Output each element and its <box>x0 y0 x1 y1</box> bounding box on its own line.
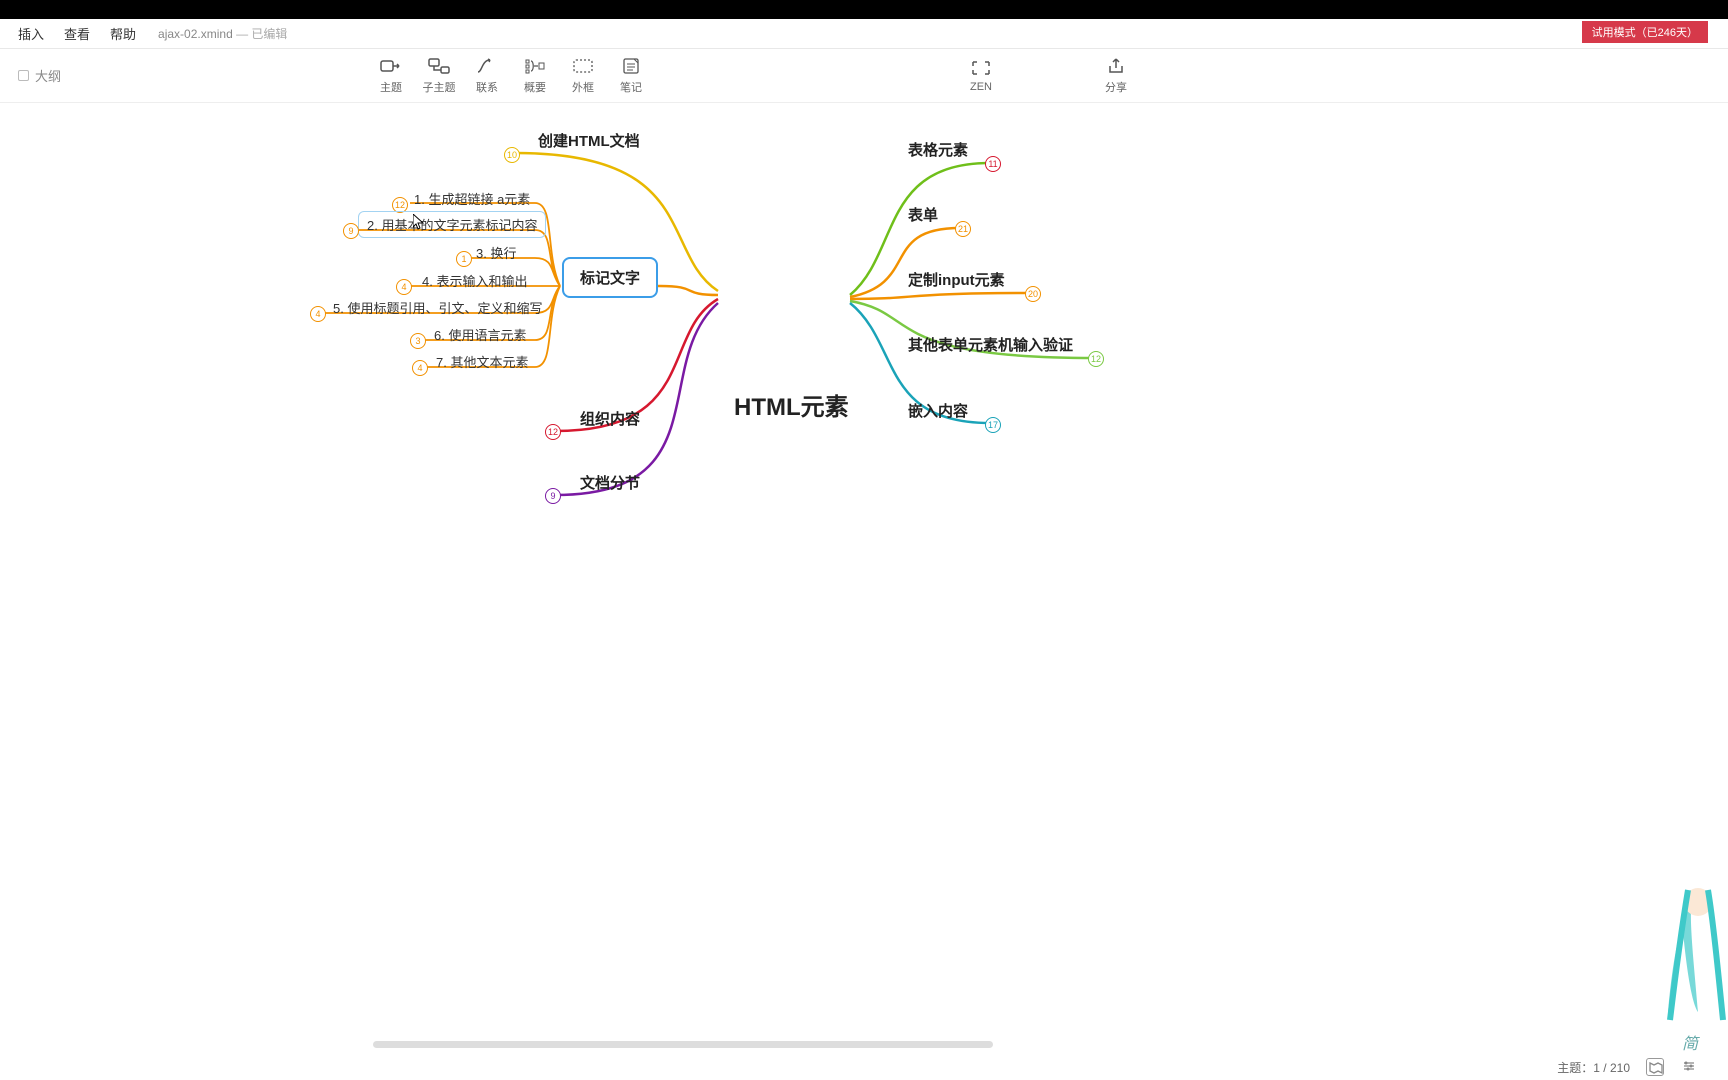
boundary-button[interactable]: 外框 <box>562 57 604 95</box>
topic-button[interactable]: 主题 <box>370 57 412 95</box>
count-badge[interactable]: 1 <box>456 251 472 267</box>
count-badge[interactable]: 4 <box>412 360 428 376</box>
menu-view[interactable]: 查看 <box>54 24 100 43</box>
subtopic[interactable]: 1. 生成超链接 a元素 <box>414 189 530 208</box>
note-icon <box>620 57 642 75</box>
count-badge[interactable]: 12 <box>545 424 561 440</box>
jian-label: 简 <box>1682 1030 1698 1054</box>
topic-organize[interactable]: 组织内容 <box>580 408 640 429</box>
count-badge[interactable]: 3 <box>410 333 426 349</box>
relation-button[interactable]: 联系 <box>466 57 508 95</box>
subtopic[interactable]: 3. 换行 <box>476 243 516 262</box>
count-badge[interactable]: 12 <box>1088 351 1104 367</box>
topic-other-form[interactable]: 其他表单元素机输入验证 <box>908 334 1073 355</box>
subtopic[interactable]: 7. 其他文本元素 <box>436 352 528 371</box>
mindmap-canvas[interactable]: HTML元素 表格元素 11 表单 21 定制input元素 20 其他表单元素… <box>0 103 1728 1050</box>
share-icon <box>1105 57 1127 75</box>
outline-icon <box>18 70 29 81</box>
count-badge[interactable]: 4 <box>310 306 326 322</box>
menu-help[interactable]: 帮助 <box>100 24 146 43</box>
topic-sections[interactable]: 文档分节 <box>580 472 640 493</box>
count-badge[interactable]: 21 <box>955 221 971 237</box>
subtopic[interactable]: 5. 使用标题引用、引文、定义和缩写 <box>333 298 542 317</box>
subtopic[interactable]: 4. 表示输入和输出 <box>422 271 527 290</box>
toolbar: 大纲 主题 子主题 联系 概要 外框 笔记 ZEN <box>0 49 1728 103</box>
count-badge[interactable]: 4 <box>396 279 412 295</box>
topic-table-elements[interactable]: 表格元素 <box>908 139 968 160</box>
count-badge[interactable]: 10 <box>504 147 520 163</box>
outline-toggle[interactable]: 大纲 <box>0 66 61 85</box>
zen-icon <box>970 59 992 77</box>
boundary-icon <box>572 57 594 75</box>
count-badge[interactable]: 20 <box>1025 286 1041 302</box>
statusbar: 主题：1 / 210 <box>0 1054 1728 1080</box>
topic-mark-text[interactable]: 标记文字 <box>562 257 658 298</box>
mindmap-edges <box>0 103 1728 1050</box>
relation-icon <box>476 57 498 75</box>
cursor-icon <box>413 214 426 230</box>
map-view-icon[interactable] <box>1646 1058 1664 1076</box>
topic-embed[interactable]: 嵌入内容 <box>908 400 968 421</box>
mascot-image <box>1658 872 1728 1052</box>
menubar: 插入 查看 帮助 ajax-02.xmind — 已编辑 试用模式（已246天） <box>0 19 1728 49</box>
filename: ajax-02.xmind — 已编辑 <box>158 25 287 42</box>
zen-button[interactable]: ZEN <box>960 59 1002 93</box>
count-badge[interactable]: 17 <box>985 417 1001 433</box>
menu-insert[interactable]: 插入 <box>8 24 54 43</box>
settings-icon[interactable] <box>1680 1057 1698 1078</box>
topic-counter: 主题：1 / 210 <box>1557 1059 1630 1076</box>
summary-button[interactable]: 概要 <box>514 57 556 95</box>
topic-create-html[interactable]: 创建HTML文档 <box>538 130 640 151</box>
subtopic[interactable]: 6. 使用语言元素 <box>434 325 526 344</box>
central-topic[interactable]: HTML元素 <box>718 381 865 428</box>
trial-badge[interactable]: 试用模式（已246天） <box>1582 21 1708 43</box>
count-badge[interactable]: 9 <box>545 488 561 504</box>
count-badge[interactable]: 9 <box>343 223 359 239</box>
topic-input[interactable]: 定制input元素 <box>908 269 1005 290</box>
topic-form[interactable]: 表单 <box>908 204 938 225</box>
share-button[interactable]: 分享 <box>1095 57 1137 95</box>
horizontal-scrollbar[interactable] <box>373 1041 993 1048</box>
note-button[interactable]: 笔记 <box>610 57 652 95</box>
summary-icon <box>524 57 546 75</box>
subtopic-selected[interactable]: 2. 用基本的文字元素标记内容 <box>358 211 546 238</box>
subtopic-icon <box>428 57 450 75</box>
count-badge[interactable]: 11 <box>985 156 1001 172</box>
subtopic-button[interactable]: 子主题 <box>418 57 460 95</box>
topic-icon <box>380 57 402 75</box>
